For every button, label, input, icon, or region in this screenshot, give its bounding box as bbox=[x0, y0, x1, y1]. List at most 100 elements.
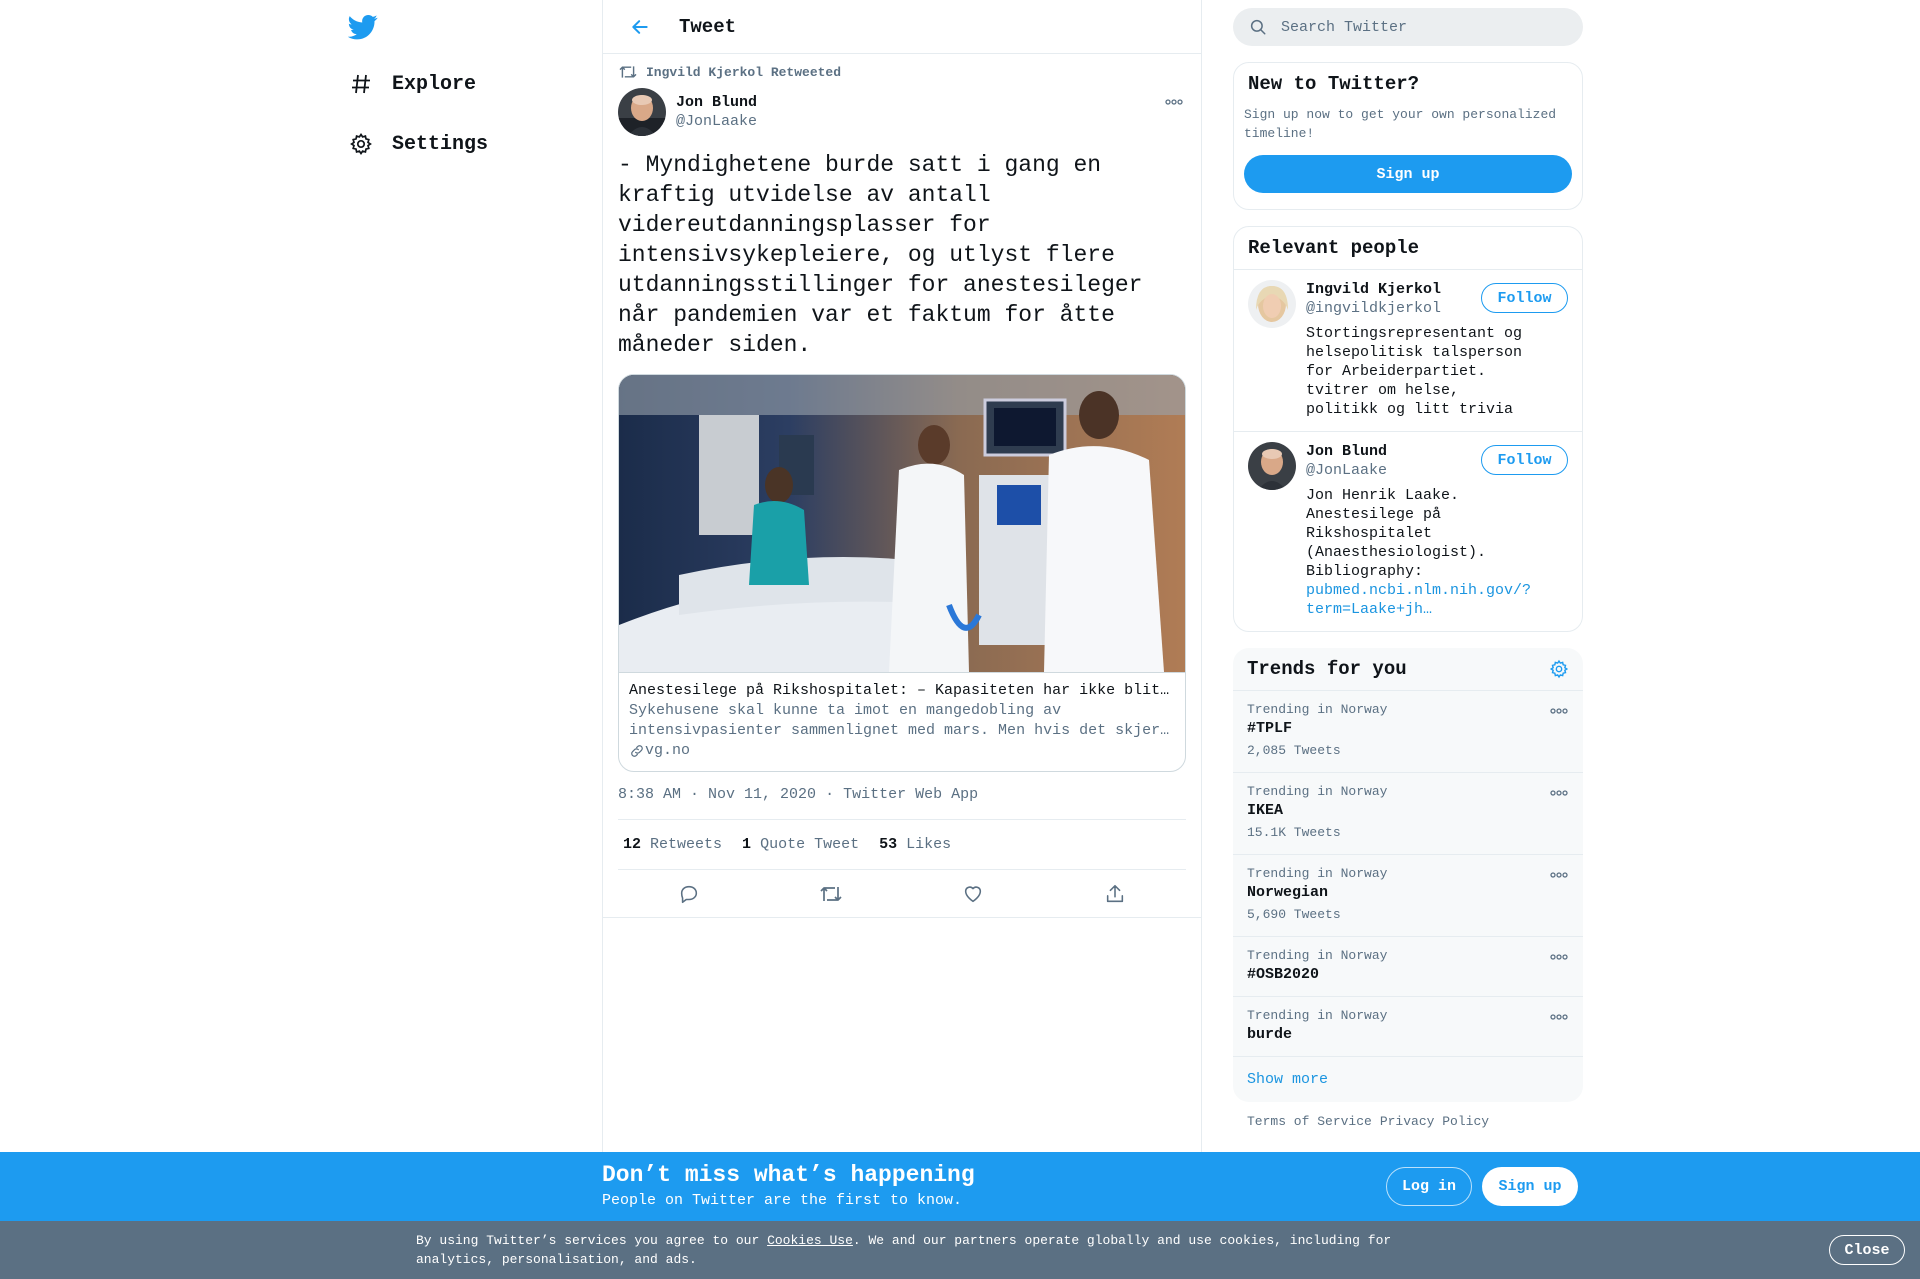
card-image bbox=[619, 375, 1185, 672]
quotes-stat[interactable]: 1 Quote Tweet bbox=[742, 836, 859, 853]
cookie-close-button[interactable]: Close bbox=[1829, 1235, 1905, 1265]
cookie-text-before: By using Twitter’s services you agree to… bbox=[416, 1233, 768, 1248]
trend-meta: Trending in Norway bbox=[1247, 1008, 1388, 1023]
gear-icon[interactable] bbox=[1549, 659, 1569, 679]
retweeted-by-label: Ingvild Kjerkol Retweeted bbox=[646, 64, 842, 80]
share-icon bbox=[1106, 884, 1124, 902]
search-icon bbox=[1250, 19, 1266, 35]
link-icon bbox=[631, 745, 643, 757]
hashtag-icon bbox=[348, 71, 374, 97]
cookie-text: By using Twitter’s services you agree to… bbox=[416, 1231, 1406, 1269]
cookie-banner: By using Twitter’s services you agree to… bbox=[0, 1221, 1920, 1279]
timestamp-separator: · bbox=[825, 786, 835, 803]
more-options-icon[interactable] bbox=[1162, 92, 1186, 112]
nav-settings[interactable]: Settings bbox=[348, 124, 488, 164]
reply-button[interactable] bbox=[671, 876, 707, 912]
person-bio-text: Jon Henrik Laake. Anestesilege på Riksho… bbox=[1306, 487, 1487, 580]
quotes-label: Quote Tweet bbox=[760, 836, 860, 853]
trend-meta: Trending in Norway bbox=[1247, 784, 1388, 799]
person-card[interactable]: Jon Blund @JonLaake Jon Henrik Laake. An… bbox=[1234, 432, 1582, 631]
trend-item[interactable]: Trending in Norway #TPLF 2,085 Tweets bbox=[1233, 691, 1583, 773]
tweet-timestamp: 8:38 AM · Nov 11, 2020 · Twitter Web App bbox=[618, 786, 1186, 820]
more-options-icon[interactable] bbox=[1547, 1009, 1571, 1025]
link-card[interactable]: Anestesilege på Rikshospitalet: – Kapasi… bbox=[618, 374, 1186, 772]
new-to-twitter-title: New to Twitter? bbox=[1248, 73, 1420, 95]
page-header: Tweet bbox=[603, 0, 1201, 54]
trend-count: 5,690 Tweets bbox=[1247, 907, 1341, 922]
nav-settings-label: Settings bbox=[392, 132, 489, 156]
signup-button[interactable]: Sign up bbox=[1482, 1167, 1578, 1206]
main-column: Tweet Ingvild Kjerkol Retweeted Jon Blun… bbox=[602, 0, 1202, 1279]
back-button[interactable] bbox=[623, 10, 657, 44]
card-domain-label: vg.no bbox=[645, 742, 691, 759]
person-avatar[interactable] bbox=[1248, 280, 1296, 328]
sidebar-signup-button[interactable]: Sign up bbox=[1244, 155, 1572, 193]
trend-name: #TPLF bbox=[1247, 720, 1293, 737]
login-button[interactable]: Log in bbox=[1386, 1167, 1472, 1206]
show-more-link[interactable]: Show more bbox=[1233, 1057, 1583, 1102]
cookies-use-link[interactable]: Cookies Use bbox=[767, 1233, 853, 1248]
reply-icon bbox=[680, 885, 698, 903]
person-bio-link[interactable]: pubmed.ncbi.nlm.nih.gov/?term=Laake+jh… bbox=[1306, 582, 1531, 618]
retweeted-by[interactable]: Ingvild Kjerkol Retweeted bbox=[618, 62, 1186, 82]
person-bio: Jon Henrik Laake. Anestesilege på Riksho… bbox=[1306, 486, 1531, 619]
person-bio: Stortingsrepresentant og helsepolitisk t… bbox=[1306, 325, 1523, 418]
twitter-bird-icon[interactable] bbox=[347, 12, 378, 42]
author-name[interactable]: Jon Blund bbox=[676, 93, 757, 112]
share-button[interactable] bbox=[1097, 876, 1133, 912]
retweet-button[interactable] bbox=[813, 876, 849, 912]
relevant-people-panel: Relevant people Ingvild Kjerkol @ingvild… bbox=[1233, 226, 1583, 632]
follow-button[interactable]: Follow bbox=[1481, 445, 1568, 475]
retweets-count: 12 bbox=[623, 836, 642, 853]
tweet-source[interactable]: Twitter Web App bbox=[843, 786, 978, 803]
tweet-actions bbox=[603, 870, 1201, 918]
trend-name: IKEA bbox=[1247, 802, 1284, 819]
tweet-time[interactable]: 8:38 AM · Nov 11, 2020 bbox=[618, 786, 816, 803]
retweets-stat[interactable]: 12 Retweets bbox=[623, 836, 722, 853]
terms-link[interactable]: Terms of Service bbox=[1247, 1114, 1372, 1129]
trend-meta: Trending in Norway bbox=[1247, 702, 1388, 717]
trend-meta: Trending in Norway bbox=[1247, 866, 1388, 881]
trend-name: #OSB2020 bbox=[1247, 966, 1320, 983]
follow-button[interactable]: Follow bbox=[1481, 283, 1568, 313]
author-handle[interactable]: @JonLaake bbox=[676, 112, 757, 131]
relevant-people-title: Relevant people bbox=[1234, 227, 1582, 270]
new-to-twitter-subtitle: Sign up now to get your own personalized… bbox=[1244, 107, 1557, 141]
signup-banner-title: Don’t miss what’s happening bbox=[602, 1162, 975, 1188]
author-avatar[interactable] bbox=[618, 88, 666, 136]
card-domain: vg.no bbox=[629, 741, 1175, 761]
trends-title: Trends for you bbox=[1247, 658, 1407, 680]
gear-icon bbox=[348, 131, 374, 157]
quotes-count: 1 bbox=[742, 836, 752, 853]
trend-item[interactable]: Trending in Norway burde bbox=[1233, 997, 1583, 1057]
search-input[interactable] bbox=[1281, 18, 1541, 36]
more-options-icon[interactable] bbox=[1547, 949, 1571, 965]
heart-icon bbox=[964, 885, 982, 902]
retweet-icon bbox=[820, 886, 842, 901]
privacy-link[interactable]: Privacy Policy bbox=[1380, 1114, 1489, 1129]
signup-banner: Don’t miss what’s happening People on Tw… bbox=[0, 1152, 1920, 1221]
more-options-icon[interactable] bbox=[1547, 785, 1571, 801]
person-avatar[interactable] bbox=[1248, 442, 1296, 490]
like-button[interactable] bbox=[955, 876, 991, 912]
search-box[interactable] bbox=[1233, 8, 1583, 46]
trend-meta: Trending in Norway bbox=[1247, 948, 1388, 963]
arrow-left-icon bbox=[632, 19, 648, 34]
trend-count: 2,085 Tweets bbox=[1247, 743, 1341, 758]
trend-item[interactable]: Trending in Norway IKEA 15.1K Tweets bbox=[1233, 773, 1583, 855]
more-options-icon[interactable] bbox=[1547, 703, 1571, 719]
trend-item[interactable]: Trending in Norway Norwegian 5,690 Tweets bbox=[1233, 855, 1583, 937]
likes-label: Likes bbox=[906, 836, 952, 853]
trend-name: Norwegian bbox=[1247, 884, 1329, 901]
person-card[interactable]: Ingvild Kjerkol @ingvildkjerkol Storting… bbox=[1234, 270, 1582, 432]
nav-explore[interactable]: Explore bbox=[348, 64, 476, 104]
trend-item[interactable]: Trending in Norway #OSB2020 bbox=[1233, 937, 1583, 997]
likes-stat[interactable]: 53 Likes bbox=[879, 836, 951, 853]
signup-banner-subtitle: People on Twitter are the first to know. bbox=[602, 1192, 963, 1209]
footer-links: Terms of Service Privacy Policy bbox=[1233, 1102, 1583, 1145]
card-description: Sykehusene skal kunne ta imot en mangedo… bbox=[629, 702, 1170, 739]
trend-count: 15.1K Tweets bbox=[1247, 825, 1341, 840]
more-options-icon[interactable] bbox=[1547, 867, 1571, 883]
nav-explore-label: Explore bbox=[392, 72, 477, 96]
tweet: Ingvild Kjerkol Retweeted Jon Blund @Jon… bbox=[603, 62, 1201, 918]
